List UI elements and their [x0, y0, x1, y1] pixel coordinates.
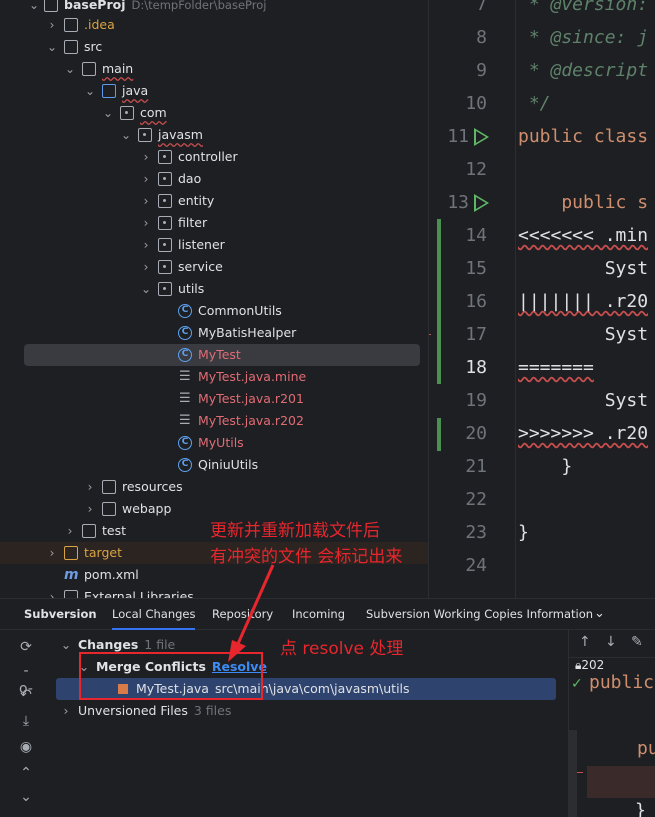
annotation-arrow [228, 564, 275, 662]
